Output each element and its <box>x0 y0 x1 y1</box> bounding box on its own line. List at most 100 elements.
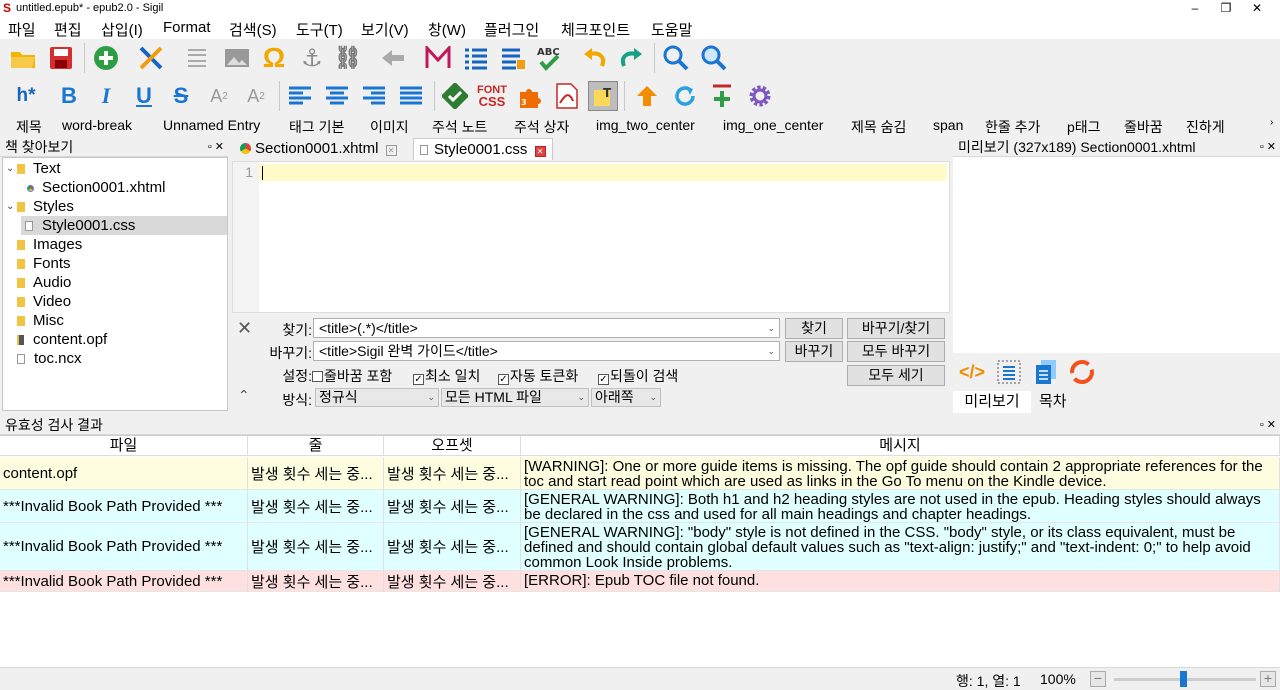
dock-buttons[interactable]: ▫ ✕ <box>1260 415 1276 435</box>
add-remove-icon[interactable] <box>707 81 737 111</box>
tree-item-video[interactable]: Video <box>17 292 71 311</box>
clip-item[interactable]: 진하게 <box>1186 117 1225 137</box>
redo-icon[interactable] <box>616 43 646 73</box>
zoom-slider-handle[interactable] <box>1180 671 1187 687</box>
option-minimal[interactable]: ✓ 최소 일치 <box>413 366 480 386</box>
notepad-icon[interactable]: T <box>588 81 618 111</box>
tree-item-misc[interactable]: Misc <box>17 311 64 330</box>
subscript-icon[interactable]: A2 <box>204 81 234 111</box>
menu-window[interactable]: 창(W) <box>428 19 466 40</box>
tab-close-icon[interactable]: ✕ <box>385 145 397 156</box>
chevron-down-icon[interactable]: ⌄ <box>6 197 14 216</box>
maximize-button[interactable]: ❐ <box>1211 0 1241 17</box>
inspect-icon[interactable] <box>994 357 1024 387</box>
checkbox-checked[interactable]: ✓ <box>413 374 424 385</box>
tab-style0001[interactable]: Style0001.css ✕ <box>413 138 553 160</box>
clip-item[interactable]: 주석 노트 <box>432 117 487 137</box>
back-arrow-icon[interactable] <box>378 43 408 73</box>
search-direction-select[interactable]: 아래쪽 ⌄ <box>591 388 661 407</box>
underline-icon[interactable]: U <box>129 81 159 111</box>
spellcheck-icon[interactable]: ABC <box>534 43 564 73</box>
minimize-button[interactable]: – <box>1180 0 1210 17</box>
align-center-icon[interactable] <box>322 81 352 111</box>
search-icon[interactable] <box>661 43 691 73</box>
dock-buttons[interactable]: ▫ ✕ <box>1260 137 1276 157</box>
clip-item[interactable]: 줄바꿈 <box>1124 117 1163 137</box>
clip-item[interactable]: 이미지 <box>370 117 409 137</box>
code-area[interactable]: 1 <box>232 161 950 313</box>
chevron-down-icon[interactable]: ⌄ <box>767 342 775 360</box>
menu-view[interactable]: 보기(V) <box>361 19 409 40</box>
split-marker-icon[interactable] <box>182 43 212 73</box>
tab-preview[interactable]: 미리보기 <box>953 391 1031 413</box>
chevron-up-icon[interactable]: ⌃ <box>238 387 250 404</box>
menu-insert[interactable]: 삽입(I) <box>101 19 143 40</box>
checkbox[interactable] <box>312 371 323 382</box>
option-wrap[interactable]: ✓ 되돌이 검색 <box>598 366 678 386</box>
dock-buttons[interactable]: ▫ ✕ <box>208 137 224 157</box>
tree-item-audio[interactable]: Audio <box>17 273 71 292</box>
italic-icon[interactable]: I <box>91 81 121 111</box>
close-icon[interactable]: ✕ <box>237 318 252 339</box>
search-mode-select[interactable]: 정규식 ⌄ <box>315 388 439 407</box>
clip-item[interactable]: 한줄 추가 <box>985 117 1040 137</box>
zoom-out-button[interactable]: − <box>1090 671 1106 687</box>
refresh-icon[interactable] <box>670 81 700 111</box>
save-icon[interactable] <box>46 43 76 73</box>
clip-item[interactable]: 주석 상자 <box>514 117 569 137</box>
tree-item-section[interactable]: Section0001.xhtml <box>25 178 165 197</box>
align-right-icon[interactable] <box>359 81 389 111</box>
chevron-right-icon[interactable]: › <box>1270 117 1273 128</box>
tree-item-opf[interactable]: content.opf <box>17 330 107 349</box>
clip-item[interactable]: Unnamed Entry <box>163 117 260 133</box>
settings-gear-icon[interactable] <box>745 81 775 111</box>
close-button[interactable]: ✕ <box>1242 0 1272 17</box>
tree-item-styles[interactable]: ⌄ Styles <box>3 197 74 216</box>
zoom-in-button[interactable]: + <box>1260 671 1276 687</box>
replace-find-button[interactable]: 바꾸기/찾기 <box>847 318 945 339</box>
tree-item-ncx[interactable]: toc.ncx <box>17 349 82 368</box>
well-formed-check-icon[interactable] <box>440 81 470 111</box>
undo-icon[interactable] <box>580 43 610 73</box>
menu-edit[interactable]: 편집 <box>54 19 82 40</box>
table-row[interactable]: ***Invalid Book Path Provided *** 발생 횟수 … <box>0 571 1280 592</box>
replace-all-button[interactable]: 모두 바꾸기 <box>847 341 945 362</box>
checkbox-checked[interactable]: ✓ <box>498 374 509 385</box>
tree-item-text[interactable]: ⌄ Text <box>3 159 227 178</box>
clip-item[interactable]: 태그 기본 <box>289 117 344 137</box>
menu-checkpoints[interactable]: 체크포인트 <box>561 19 630 40</box>
add-file-icon[interactable] <box>91 43 121 73</box>
menu-help[interactable]: 도움말 <box>651 19 692 40</box>
up-arrow-icon[interactable] <box>632 81 662 111</box>
anchor-icon[interactable]: ⚓ <box>297 43 327 73</box>
metadata-editor-icon[interactable] <box>423 43 453 73</box>
clip-item[interactable]: span <box>933 117 963 133</box>
find-input[interactable]: <title>(.*)</title> ⌄ <box>313 318 780 338</box>
open-folder-icon[interactable] <box>8 43 38 73</box>
insert-image-icon[interactable] <box>222 43 252 73</box>
search-scope-select[interactable]: 모든 HTML 파일 ⌄ <box>441 388 589 407</box>
heading-dropdown-icon[interactable]: h* <box>8 81 44 111</box>
superscript-icon[interactable]: A2 <box>241 81 271 111</box>
count-all-button[interactable]: 모두 세기 <box>847 365 945 386</box>
option-tokenize[interactable]: ✓ 자동 토큰화 <box>498 366 578 386</box>
generate-toc-icon[interactable] <box>498 43 528 73</box>
table-row[interactable]: ***Invalid Book Path Provided *** 발생 횟수 … <box>0 523 1280 571</box>
document-copy-icon[interactable] <box>1031 357 1061 387</box>
menu-file[interactable]: 파일 <box>8 19 36 40</box>
menu-plugins[interactable]: 플러그인 <box>484 19 539 40</box>
column-header-message[interactable]: 메시지 <box>521 436 1280 456</box>
clip-item[interactable]: p태그 <box>1067 117 1101 137</box>
code-view-icon[interactable]: </> <box>957 357 987 387</box>
find-button[interactable]: 찾기 <box>785 318 843 339</box>
clip-item[interactable]: img_two_center <box>596 117 695 133</box>
menu-tools[interactable]: 도구(T) <box>296 19 343 40</box>
font-css-icon[interactable]: FONT CSS <box>477 81 507 111</box>
zoom-slider[interactable] <box>1114 671 1256 687</box>
column-header-file[interactable]: 파일 <box>0 436 248 456</box>
table-row[interactable]: content.opf 발생 횟수 세는 중... 발생 횟수 세는 중... … <box>0 457 1280 490</box>
clip-item[interactable]: 제목 숨김 <box>851 117 906 137</box>
replace-button[interactable]: 바꾸기 <box>785 341 843 362</box>
menu-format[interactable]: Format <box>163 19 211 36</box>
plugin-icon[interactable]: 3 <box>515 81 545 111</box>
